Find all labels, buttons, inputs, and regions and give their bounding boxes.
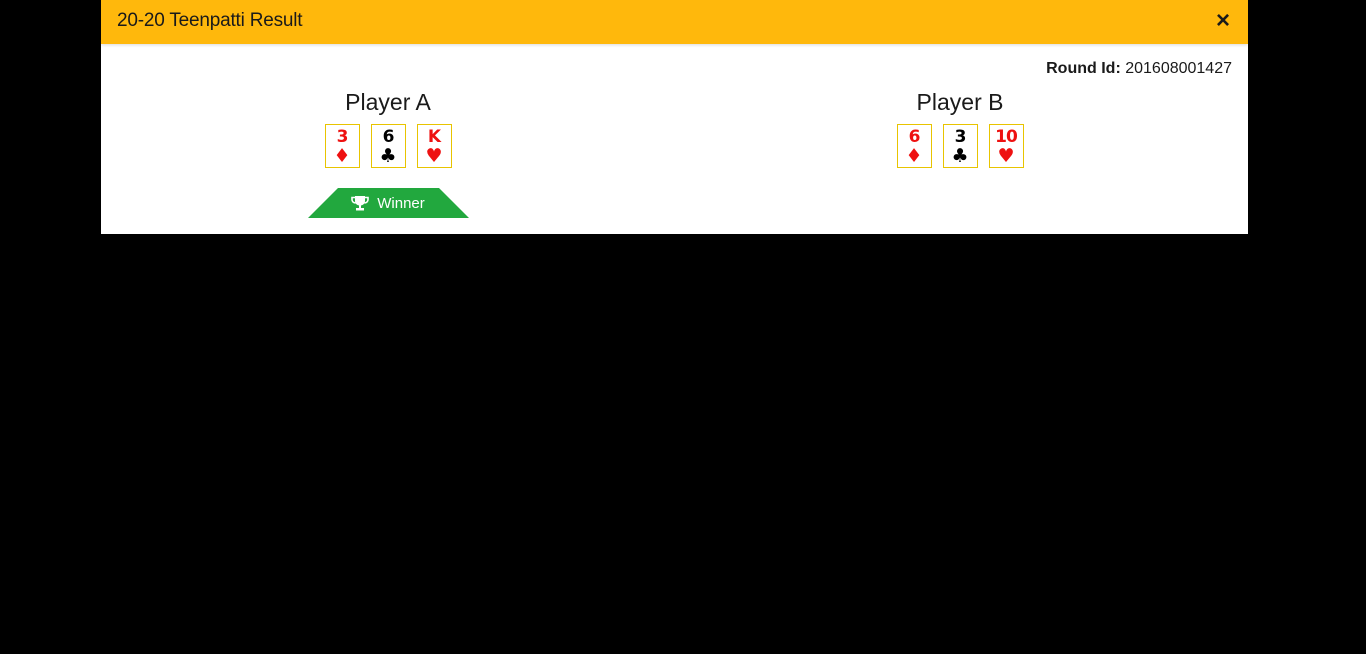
heart-icon: ♥ <box>425 145 443 167</box>
card-k-heart: K ♥ <box>416 124 452 168</box>
modal-title: 20-20 Teenpatti Result <box>117 10 303 31</box>
winner-badge-content: Winner <box>308 188 469 218</box>
card-6-club: 6 ♣ <box>370 124 406 168</box>
card-3-club: 3 ♣ <box>942 124 978 168</box>
close-button[interactable]: × <box>1212 8 1234 34</box>
player-b-cards: 6 ♦ 3 ♣ 10 ♥ <box>760 124 1160 168</box>
winner-badge: Winner <box>307 188 469 218</box>
card-6-diamond: 6 ♦ <box>896 124 932 168</box>
player-a-name: Player A <box>345 89 431 115</box>
card-rank: 6 <box>382 127 395 147</box>
club-icon: ♣ <box>379 145 397 167</box>
player-a-cards: 3 ♦ 6 ♣ K ♥ <box>188 124 588 168</box>
card-rank: 3 <box>336 127 349 147</box>
card-10-heart: 10 ♥ <box>988 124 1024 168</box>
round-id-label: Round Id: <box>1046 60 1121 77</box>
round-id: Round Id: 201608001427 <box>1046 60 1232 78</box>
card-rank: 10 <box>995 127 1018 147</box>
card-rank: 3 <box>954 127 967 147</box>
round-id-value: 201608001427 <box>1125 60 1232 77</box>
club-icon: ♣ <box>951 145 969 167</box>
modal-header: 20-20 Teenpatti Result × <box>101 0 1248 44</box>
player-b-name: Player B <box>916 89 1004 115</box>
winner-label: Winner <box>377 194 425 212</box>
diamond-icon: ♦ <box>905 145 923 167</box>
card-3-diamond: 3 ♦ <box>324 124 360 168</box>
trophy-icon <box>351 196 370 211</box>
result-modal: 20-20 Teenpatti Result × Round Id: 20160… <box>101 0 1248 234</box>
card-rank: K <box>427 127 441 147</box>
diamond-icon: ♦ <box>333 145 351 167</box>
player-a-panel: Player A 3 ♦ 6 ♣ K ♥ Winner <box>188 88 588 218</box>
player-b-panel: Player B 6 ♦ 3 ♣ 10 ♥ <box>760 88 1160 168</box>
heart-icon: ♥ <box>997 145 1015 167</box>
card-rank: 6 <box>908 127 921 147</box>
